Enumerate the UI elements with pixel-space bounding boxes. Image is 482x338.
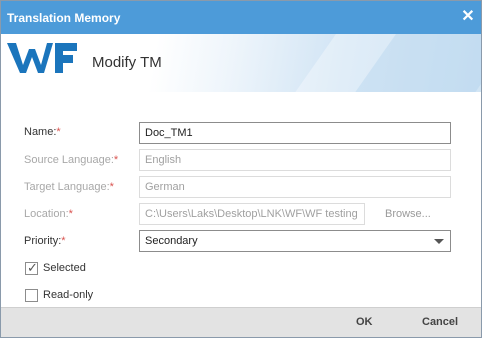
target-language-label: Target Language:* xyxy=(24,181,114,193)
required-mark: * xyxy=(68,208,73,220)
location-field: C:\Users\Laks\Desktop\LNK\WF\WF testing xyxy=(139,203,365,225)
source-language-label: Source Language:* xyxy=(24,154,119,166)
ok-button[interactable]: OK xyxy=(356,316,373,328)
priority-value: Secondary xyxy=(145,235,198,247)
close-icon[interactable]: ✕ xyxy=(459,7,477,27)
checkmark-icon: ✓ xyxy=(27,260,38,275)
selected-label: Selected xyxy=(43,262,86,274)
location-value: C:\Users\Laks\Desktop\LNK\WF\WF testing xyxy=(145,208,358,220)
header-banner: Modify TM xyxy=(1,34,481,92)
target-language-value: German xyxy=(145,181,185,193)
window-title: Translation Memory xyxy=(7,11,121,25)
source-language-value: English xyxy=(145,154,182,166)
browse-button[interactable]: Browse... xyxy=(385,208,431,220)
source-language-field: English xyxy=(139,149,451,171)
read-only-label: Read-only xyxy=(43,289,94,301)
cancel-button[interactable]: Cancel xyxy=(422,316,458,328)
name-label: Name:* xyxy=(24,126,61,138)
required-mark: * xyxy=(109,181,114,193)
dialog-footer: OK Cancel xyxy=(1,307,481,337)
required-mark: * xyxy=(61,235,66,247)
read-only-checkbox[interactable] xyxy=(25,289,38,302)
name-input[interactable]: Doc_TM1 xyxy=(139,122,451,144)
dialog-heading: Modify TM xyxy=(92,54,162,71)
required-mark: * xyxy=(113,154,119,166)
chevron-down-icon[interactable] xyxy=(434,239,444,244)
selected-checkbox[interactable]: ✓ xyxy=(25,260,38,275)
required-mark: * xyxy=(56,126,61,138)
title-bar[interactable]: Translation Memory ✕ xyxy=(1,1,481,34)
target-language-field: German xyxy=(139,176,451,198)
translation-memory-dialog: Translation Memory ✕ Modify TM Name:* Do… xyxy=(0,0,482,338)
location-label: Location:* xyxy=(24,208,73,220)
wf-logo xyxy=(7,43,77,73)
priority-label: Priority:* xyxy=(24,235,66,247)
priority-select[interactable]: Secondary xyxy=(139,230,451,252)
name-value: Doc_TM1 xyxy=(145,127,193,139)
